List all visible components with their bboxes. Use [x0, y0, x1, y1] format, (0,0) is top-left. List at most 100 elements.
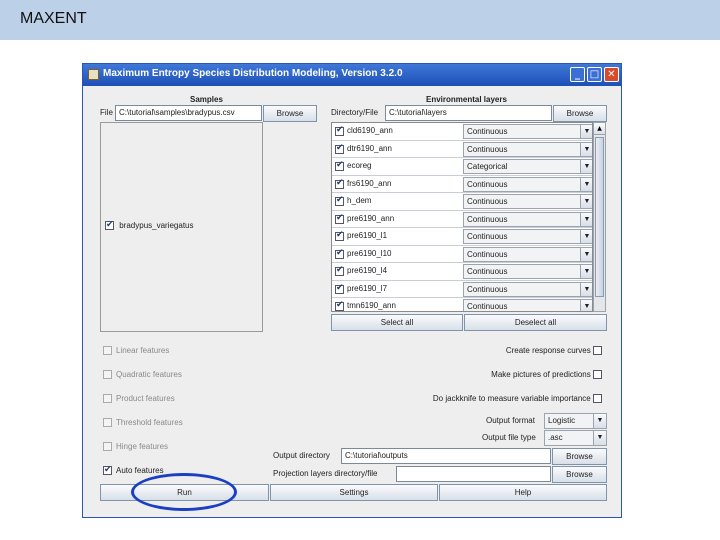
env-layer-type-select[interactable]: Categorical ▼ — [463, 159, 592, 174]
env-layer-checkbox[interactable] — [335, 178, 344, 189]
auto-features-label: Auto features — [116, 466, 164, 475]
env-layer-type-select[interactable]: Continuous ▼ — [463, 229, 592, 244]
response-curves-option[interactable]: Create response curves — [506, 346, 606, 356]
chevron-down-icon: ▼ — [580, 195, 592, 208]
minimize-button[interactable]: _ — [570, 67, 585, 82]
linear-features-option[interactable]: Linear features — [103, 346, 169, 356]
select-all-button[interactable]: Select all — [331, 314, 463, 331]
run-highlight-ellipse — [131, 473, 237, 511]
env-layer-type-select[interactable]: Continuous ▼ — [463, 141, 592, 157]
env-layer-type-select[interactable]: Continuous ▼ — [463, 194, 592, 209]
threshold-features-option[interactable]: Threshold features — [103, 418, 183, 428]
env-layer-checkbox[interactable] — [335, 230, 344, 241]
chevron-down-icon: ▼ — [593, 431, 606, 445]
output-format-label: Output format — [486, 416, 535, 425]
env-layer-type-select[interactable]: Continuous ▼ — [463, 299, 592, 311]
pictures-checkbox[interactable] — [593, 370, 602, 380]
output-dir-input[interactable]: C:\tutorial\outputs — [341, 448, 551, 464]
chevron-down-icon: ▼ — [580, 142, 592, 156]
env-layer-row[interactable]: ecoreg Categorical ▼ — [332, 158, 592, 176]
samples-file-input[interactable]: C:\tutorial\samples\bradypus.csv — [115, 105, 262, 121]
env-layer-name: frs6190_ann — [347, 178, 392, 188]
env-layer-type-select[interactable]: Continuous ▼ — [463, 246, 592, 262]
samples-file-label: File — [100, 108, 113, 117]
product-features-option[interactable]: Product features — [103, 394, 175, 404]
env-layer-type-value: Continuous — [467, 232, 508, 241]
env-layer-row[interactable]: pre6190_ann Continuous ▼ — [332, 211, 592, 228]
env-layer-row[interactable]: tmn6190_ann Continuous ▼ — [332, 298, 592, 311]
env-list-scrollbar[interactable]: ▲ — [593, 122, 606, 312]
jackknife-checkbox[interactable] — [593, 394, 602, 404]
threshold-features-label: Threshold features — [116, 418, 183, 427]
hinge-features-option[interactable]: Hinge features — [103, 442, 169, 452]
env-layer-row[interactable]: pre6190_l1 Continuous ▼ — [332, 228, 592, 246]
samples-browse-button[interactable]: Browse — [263, 105, 317, 122]
response-curves-checkbox[interactable] — [593, 346, 602, 356]
env-layer-row[interactable]: pre6190_l7 Continuous ▼ — [332, 281, 592, 298]
hinge-features-label: Hinge features — [116, 442, 169, 451]
env-layer-name: ecoreg — [347, 161, 372, 170]
quadratic-features-option[interactable]: Quadratic features — [103, 370, 182, 380]
env-layer-row[interactable]: frs6190_ann Continuous ▼ — [332, 176, 592, 193]
pictures-option[interactable]: Make pictures of predictions — [491, 370, 606, 380]
hinge-features-checkbox[interactable] — [103, 442, 112, 452]
env-layer-type-select[interactable]: Continuous ▼ — [463, 124, 592, 139]
env-layer-checkbox[interactable] — [335, 160, 344, 171]
env-layer-checkbox[interactable] — [335, 300, 344, 311]
species-checkbox[interactable] — [105, 219, 114, 231]
env-layer-checkbox[interactable] — [335, 143, 344, 154]
env-layer-row[interactable]: dtr6190_ann Continuous ▼ — [332, 141, 592, 158]
env-layer-type-value: Continuous — [467, 267, 508, 276]
env-layer-checkbox[interactable] — [335, 125, 344, 136]
env-layer-type-value: Continuous — [467, 302, 508, 311]
auto-features-option[interactable]: Auto features — [103, 464, 164, 476]
quadratic-features-checkbox[interactable] — [103, 370, 112, 380]
env-layer-checkbox[interactable] — [335, 283, 344, 294]
env-browse-button[interactable]: Browse — [553, 105, 607, 122]
output-format-select[interactable]: Logistic ▼ — [544, 413, 607, 429]
env-layer-type-select[interactable]: Continuous ▼ — [463, 211, 592, 227]
env-layer-row[interactable]: h_dem Continuous ▼ — [332, 193, 592, 211]
maximize-button[interactable]: □ — [587, 67, 602, 82]
env-layer-type-select[interactable]: Continuous ▼ — [463, 176, 592, 192]
output-format-value: Logistic — [548, 416, 576, 425]
env-dir-label: Directory/File — [331, 108, 379, 117]
env-layer-name: pre6190_l7 — [347, 283, 388, 293]
help-button[interactable]: Help — [439, 484, 607, 501]
env-layer-type-select[interactable]: Continuous ▼ — [463, 281, 592, 297]
window-titlebar: Maximum Entropy Species Distribution Mod… — [83, 64, 621, 86]
species-item[interactable]: bradypus_variegatus — [105, 219, 194, 231]
linear-features-checkbox[interactable] — [103, 346, 112, 356]
env-layer-checkbox[interactable] — [335, 213, 344, 224]
product-features-checkbox[interactable] — [103, 394, 112, 404]
scrollbar-thumb[interactable] — [595, 137, 604, 297]
jackknife-option[interactable]: Do jackknife to measure variable importa… — [432, 394, 606, 404]
samples-heading: Samples — [190, 95, 223, 104]
auto-features-checkbox[interactable] — [103, 464, 112, 476]
env-layer-type-value: Continuous — [467, 249, 508, 259]
close-button[interactable]: ✕ — [604, 67, 619, 82]
chevron-down-icon: ▼ — [580, 282, 592, 296]
chevron-up-icon[interactable]: ▲ — [594, 123, 605, 135]
projection-browse-button[interactable]: Browse — [552, 466, 607, 483]
env-layer-type-select[interactable]: Continuous ▼ — [463, 264, 592, 279]
env-layer-row[interactable]: pre6190_l10 Continuous ▼ — [332, 246, 592, 263]
chevron-down-icon: ▼ — [580, 300, 592, 311]
maxent-window: Maximum Entropy Species Distribution Mod… — [82, 63, 622, 518]
env-dir-input[interactable]: C:\tutorial\layers — [385, 105, 552, 121]
output-file-type-value: .asc — [548, 433, 563, 442]
env-layer-row[interactable]: cld6190_ann Continuous ▼ — [332, 123, 592, 141]
deselect-all-button[interactable]: Deselect all — [464, 314, 607, 331]
jackknife-label: Do jackknife to measure variable importa… — [432, 394, 591, 403]
threshold-features-checkbox[interactable] — [103, 418, 112, 428]
output-file-type-select[interactable]: .asc ▼ — [544, 430, 607, 446]
env-layer-checkbox[interactable] — [335, 265, 344, 276]
output-dir-browse-button[interactable]: Browse — [552, 448, 607, 465]
env-layers-list: cld6190_ann Continuous ▼ dtr6190_ann Cont… — [331, 122, 593, 312]
projection-input[interactable] — [396, 466, 551, 482]
window-title: Maximum Entropy Species Distribution Mod… — [103, 68, 403, 79]
settings-button[interactable]: Settings — [270, 484, 438, 501]
env-layer-checkbox[interactable] — [335, 195, 344, 206]
env-layer-checkbox[interactable] — [335, 248, 344, 259]
env-layer-row[interactable]: pre6190_l4 Continuous ▼ — [332, 263, 592, 281]
